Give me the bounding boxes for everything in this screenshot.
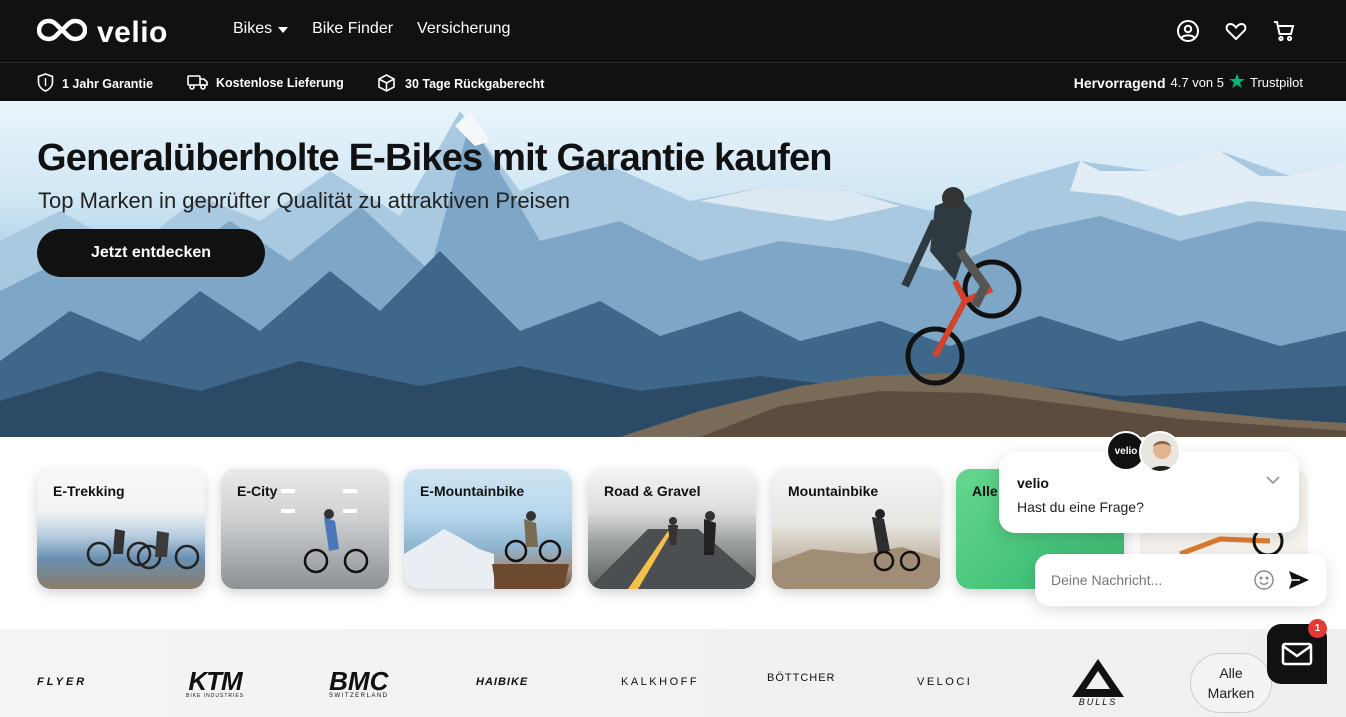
category-alle-label: Alle bbox=[972, 483, 998, 499]
chevron-down-icon bbox=[278, 26, 289, 33]
chat-message-input[interactable] bbox=[1051, 570, 1241, 590]
category-e-trekking-label: E-Trekking bbox=[53, 483, 125, 499]
category-e-mountainbike-label: E-Mountainbike bbox=[420, 483, 525, 499]
category-mountainbike-label: Mountainbike bbox=[788, 483, 879, 499]
usp-lieferung: Kostenlose Lieferung bbox=[187, 73, 344, 93]
chat-sender: velio bbox=[1017, 475, 1049, 491]
brand-flyer[interactable]: FLYER bbox=[37, 676, 87, 688]
brand-bmc-tag: SWITZERLAND bbox=[329, 693, 389, 699]
user-icon[interactable] bbox=[1176, 19, 1200, 43]
chat-agent-avatar bbox=[1139, 431, 1181, 473]
all-brands-line2: Marken bbox=[1207, 685, 1255, 701]
chat-message: Hast du eine Frage? bbox=[1017, 499, 1144, 515]
shield-icon bbox=[37, 73, 54, 95]
category-e-mountainbike[interactable]: E-Mountainbike bbox=[404, 469, 572, 589]
trustpilot-rating[interactable]: Hervorragend 4.7 von 5 Trustpilot bbox=[1074, 73, 1303, 92]
emoji-icon[interactable] bbox=[1253, 569, 1275, 591]
discover-button[interactable]: Jetzt entdecken bbox=[37, 229, 265, 277]
usp-rueckgabe-label: 30 Tage Rückgaberecht bbox=[405, 77, 545, 91]
brand-ktm[interactable]: KTM BIKE INDUSTRIES bbox=[186, 666, 245, 699]
heart-icon[interactable] bbox=[1224, 19, 1248, 43]
velio-logo-icon bbox=[36, 15, 88, 50]
hero-subtitle: Top Marken in geprüfter Qualität zu attr… bbox=[38, 188, 570, 213]
chat-unread-badge: 1 bbox=[1308, 619, 1327, 638]
top-navigation: velio Bikes Bike Finder Versicherung bbox=[0, 0, 1346, 63]
brand-haibike[interactable]: HAIBIKE bbox=[476, 676, 528, 688]
trustpilot-score: 4.7 von 5 bbox=[1170, 75, 1225, 90]
category-e-trekking[interactable]: E-Trekking bbox=[37, 469, 205, 589]
hero-banner: Generalüberholte E-Bikes mit Garantie ka… bbox=[0, 101, 1346, 437]
box-return-icon bbox=[376, 73, 397, 95]
nav-bike-finder[interactable]: Bike Finder bbox=[312, 20, 393, 38]
brand-veloci[interactable]: VELOCI bbox=[917, 676, 972, 688]
main-nav: Bikes Bike Finder Versicherung bbox=[233, 20, 510, 38]
trustpilot-rating-word: Hervorragend bbox=[1073, 74, 1166, 91]
velio-logo[interactable]: velio bbox=[36, 15, 168, 50]
velio-logo-text: velio bbox=[97, 15, 168, 49]
send-icon[interactable] bbox=[1287, 569, 1311, 591]
hero-title: Generalüberholte E-Bikes mit Garantie ka… bbox=[37, 137, 833, 179]
brand-boettcher[interactable]: BÖTTCHER bbox=[767, 672, 836, 684]
brand-ktm-tag: BIKE INDUSTRIES bbox=[186, 693, 245, 699]
all-brands-button[interactable]: Alle Marken bbox=[1190, 653, 1272, 713]
brand-kalkhoff[interactable]: KALKHOFF bbox=[621, 676, 699, 688]
chat-collapse-chevron-icon[interactable] bbox=[1265, 472, 1281, 488]
usp-garantie-label: 1 Jahr Garantie bbox=[62, 77, 154, 91]
category-road-gravel-label: Road & Gravel bbox=[604, 483, 701, 499]
nav-versicherung[interactable]: Versicherung bbox=[417, 20, 510, 38]
usp-bar: 1 Jahr Garantie Kostenlose Lieferung 30 … bbox=[0, 63, 1346, 101]
brand-bulls[interactable]: BULLS bbox=[1062, 657, 1134, 712]
nav-bikes-label: Bikes bbox=[233, 20, 273, 37]
category-e-city-label: E-City bbox=[237, 483, 278, 499]
usp-rueckgabe: 30 Tage Rückgaberecht bbox=[376, 73, 544, 95]
usp-garantie: 1 Jahr Garantie bbox=[37, 73, 153, 95]
chat-input-box bbox=[1035, 554, 1327, 606]
category-mountainbike[interactable]: Mountainbike bbox=[772, 469, 940, 589]
category-road-gravel[interactable]: Road & Gravel bbox=[588, 469, 756, 589]
category-e-city[interactable]: E-City bbox=[221, 469, 389, 589]
cart-icon[interactable] bbox=[1272, 19, 1296, 43]
brand-bmc-name: BMC bbox=[329, 666, 389, 696]
brand-ktm-name: KTM bbox=[188, 666, 242, 696]
brand-bulls-name: BULLS bbox=[1078, 697, 1118, 707]
truck-icon bbox=[187, 73, 208, 93]
trustpilot-star-icon bbox=[1229, 73, 1245, 92]
all-brands-line1: Alle bbox=[1219, 665, 1243, 681]
usp-lieferung-label: Kostenlose Lieferung bbox=[216, 76, 344, 90]
trustpilot-brand: Trustpilot bbox=[1250, 75, 1303, 90]
brand-strip: FLYER KTM BIKE INDUSTRIES BMC SWITZERLAN… bbox=[0, 629, 1346, 717]
brand-bmc[interactable]: BMC SWITZERLAND bbox=[329, 666, 389, 699]
header-icons bbox=[1176, 19, 1296, 43]
nav-bikes[interactable]: Bikes bbox=[233, 20, 289, 38]
